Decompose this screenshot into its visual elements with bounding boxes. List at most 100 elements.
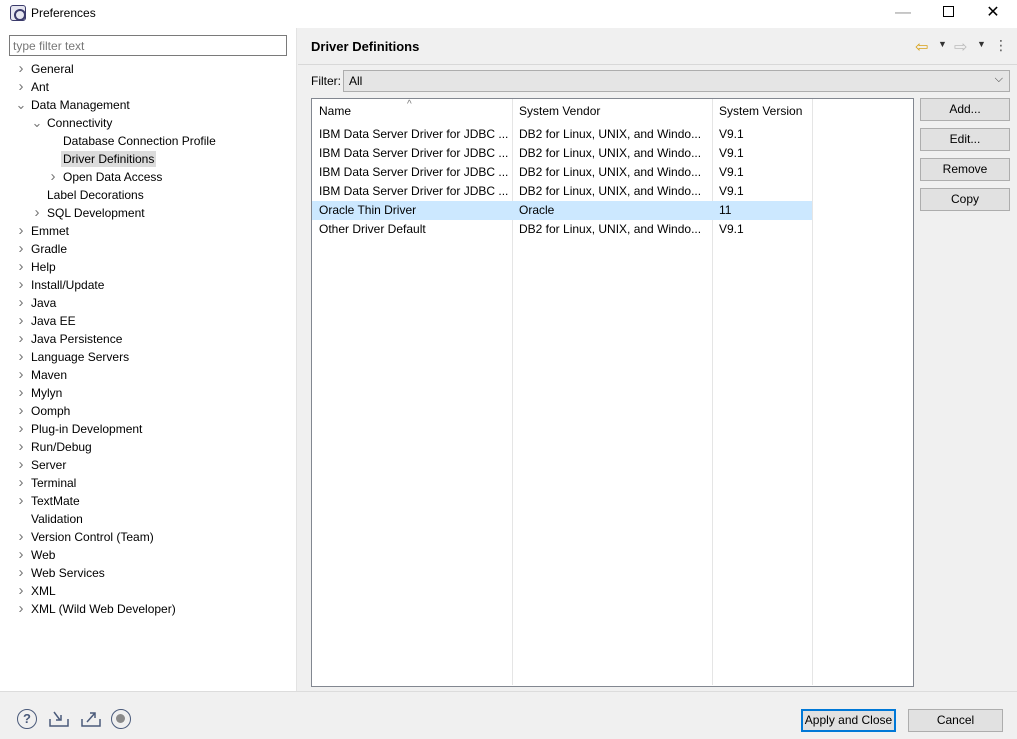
- page-title: Driver Definitions: [311, 39, 420, 54]
- tree-item[interactable]: › XML (Wild Web Developer): [13, 600, 178, 618]
- tree-item[interactable]: › Mylyn: [13, 384, 64, 402]
- view-menu-icon[interactable]: ⋮: [994, 37, 1008, 54]
- chevron-right-icon[interactable]: ›: [13, 60, 29, 78]
- table-row[interactable]: Oracle Thin Driver Oracle 11: [312, 201, 812, 220]
- tree-item[interactable]: › Terminal: [13, 474, 78, 492]
- column-header-vendor[interactable]: System Vendor: [512, 99, 712, 123]
- tree-item[interactable]: › Plug-in Development: [13, 420, 144, 438]
- tree-item[interactable]: › Open Data Access: [45, 168, 164, 186]
- cancel-button[interactable]: Cancel: [908, 709, 1003, 732]
- tree-item[interactable]: › Ant: [13, 78, 51, 96]
- table-cell-vendor: DB2 for Linux, UNIX, and Windo...: [519, 222, 702, 236]
- chevron-right-icon[interactable]: ›: [13, 240, 29, 258]
- apply-and-close-button[interactable]: Apply and Close: [801, 709, 896, 732]
- tree-item[interactable]: Driver Definitions: [45, 150, 157, 168]
- chevron-right-icon[interactable]: ›: [13, 78, 29, 96]
- tree-item-label: Emmet: [31, 224, 70, 238]
- oomph-record-icon[interactable]: [111, 709, 131, 729]
- chevron-right-icon[interactable]: ›: [13, 402, 29, 420]
- chevron-right-icon[interactable]: ›: [13, 528, 29, 546]
- tree-item-label: Server: [31, 458, 67, 472]
- tree-item[interactable]: › Java EE: [13, 312, 78, 330]
- tree-item[interactable]: › TextMate: [13, 492, 82, 510]
- tree-item[interactable]: › General: [13, 60, 76, 78]
- tree-item[interactable]: › XML: [13, 582, 58, 600]
- column-header-name[interactable]: ^ Name: [312, 99, 512, 123]
- import-icon-graphic: [49, 711, 69, 727]
- tree-item[interactable]: ⌄ Data Management: [13, 96, 132, 114]
- chevron-down-icon[interactable]: ⌄: [13, 96, 29, 114]
- tree-item-label: Connectivity: [47, 116, 113, 130]
- arrow-right-icon[interactable]: ⇨: [954, 37, 967, 57]
- chevron-right-icon[interactable]: ›: [13, 366, 29, 384]
- add-button[interactable]: Add...: [920, 98, 1010, 121]
- tree-item[interactable]: › Web Services: [13, 564, 107, 582]
- forward-dropdown-icon[interactable]: ▼: [977, 39, 986, 49]
- chevron-right-icon[interactable]: ›: [13, 222, 29, 240]
- tree-item[interactable]: › SQL Development: [29, 204, 147, 222]
- chevron-right-icon[interactable]: ›: [13, 420, 29, 438]
- filter-input[interactable]: [9, 35, 287, 56]
- tree-item[interactable]: › Maven: [13, 366, 69, 384]
- table-cell-version: 11: [719, 203, 732, 217]
- chevron-right-icon[interactable]: ›: [13, 294, 29, 312]
- chevron-right-icon[interactable]: ›: [13, 492, 29, 510]
- tree-item-label: Java: [31, 296, 57, 310]
- chevron-right-icon[interactable]: ›: [13, 312, 29, 330]
- table-row[interactable]: IBM Data Server Driver for JDBC ... DB2 f…: [312, 182, 812, 201]
- tree-item[interactable]: › Java: [13, 294, 58, 312]
- column-divider[interactable]: [812, 99, 813, 685]
- chevron-right-icon[interactable]: ›: [13, 564, 29, 582]
- maximize-button[interactable]: [925, 0, 971, 26]
- copy-button[interactable]: Copy: [920, 188, 1010, 211]
- chevron-down-icon[interactable]: ⌄: [29, 114, 45, 132]
- chevron-right-icon[interactable]: ›: [13, 384, 29, 402]
- column-header-version[interactable]: System Version: [712, 99, 812, 123]
- chevron-right-icon[interactable]: ›: [45, 168, 61, 186]
- table-row[interactable]: IBM Data Server Driver for JDBC ... DB2 f…: [312, 163, 812, 182]
- table-row[interactable]: IBM Data Server Driver for JDBC ... DB2 f…: [312, 144, 812, 163]
- chevron-right-icon[interactable]: ›: [13, 582, 29, 600]
- remove-button[interactable]: Remove: [920, 158, 1010, 181]
- tree-item[interactable]: Database Connection Profile: [45, 132, 218, 150]
- help-icon[interactable]: ?: [17, 709, 37, 729]
- tree-item[interactable]: Validation: [13, 510, 85, 528]
- chevron-right-icon[interactable]: ›: [13, 438, 29, 456]
- table-row[interactable]: Other Driver Default DB2 for Linux, UNIX,…: [312, 220, 812, 239]
- import-icon[interactable]: [48, 709, 69, 729]
- chevron-right-icon[interactable]: ›: [13, 456, 29, 474]
- driver-filter-select[interactable]: All ⌵: [343, 70, 1010, 92]
- chevron-right-icon[interactable]: ›: [13, 546, 29, 564]
- close-button[interactable]: ✕: [970, 0, 1016, 26]
- chevron-right-icon[interactable]: ›: [13, 330, 29, 348]
- tree-item[interactable]: › Help: [13, 258, 58, 276]
- back-dropdown-icon[interactable]: ▼: [938, 39, 947, 49]
- tree-item[interactable]: › Language Servers: [13, 348, 131, 366]
- tree-item[interactable]: Label Decorations: [29, 186, 146, 204]
- tree-item[interactable]: ⌄ Connectivity: [29, 114, 114, 132]
- tree-item[interactable]: › Install/Update: [13, 276, 106, 294]
- minimize-button[interactable]: —: [880, 0, 926, 26]
- chevron-right-icon[interactable]: ›: [29, 204, 45, 222]
- export-icon[interactable]: [80, 709, 101, 729]
- tree-item[interactable]: › Java Persistence: [13, 330, 124, 348]
- tree-item[interactable]: › Web: [13, 546, 57, 564]
- tree-item[interactable]: › Gradle: [13, 240, 69, 258]
- tree-item[interactable]: › Emmet: [13, 222, 71, 240]
- tree-item-label: Mylyn: [31, 386, 63, 400]
- tree-item[interactable]: › Version Control (Team): [13, 528, 156, 546]
- tree-item[interactable]: › Run/Debug: [13, 438, 94, 456]
- arrow-left-icon[interactable]: ⇦: [915, 37, 928, 57]
- tree-item[interactable]: › Oomph: [13, 402, 72, 420]
- header-divider: [298, 64, 1017, 65]
- chevron-right-icon[interactable]: ›: [13, 258, 29, 276]
- tree-item[interactable]: › Server: [13, 456, 68, 474]
- table-row[interactable]: IBM Data Server Driver for JDBC ... DB2 f…: [312, 125, 812, 144]
- chevron-right-icon[interactable]: ›: [13, 474, 29, 492]
- chevron-right-icon[interactable]: ›: [13, 600, 29, 618]
- edit-button[interactable]: Edit...: [920, 128, 1010, 151]
- tree-item-label: Terminal: [31, 476, 77, 490]
- chevron-right-icon[interactable]: ›: [13, 348, 29, 366]
- tree-item-label: Run/Debug: [31, 440, 92, 454]
- chevron-right-icon[interactable]: ›: [13, 276, 29, 294]
